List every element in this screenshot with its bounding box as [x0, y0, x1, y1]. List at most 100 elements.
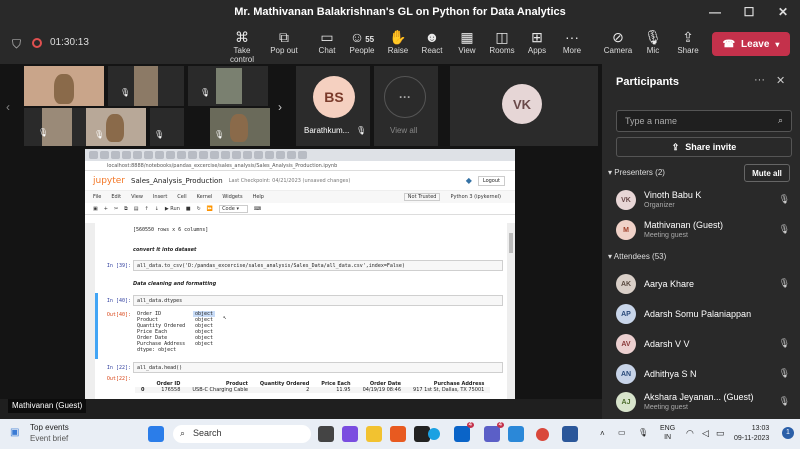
stop-icon[interactable]: ■: [186, 206, 191, 212]
taskbar-search[interactable]: ⌕ Search: [173, 425, 311, 443]
menu-cell[interactable]: Cell: [177, 194, 186, 200]
window-titlebar: Mr. Mathivanan Balakrishnan's GL on Pyth…: [0, 0, 800, 24]
participant-item[interactable]: AP Adarsh Somu Palaniappan: [616, 302, 796, 330]
office-icon[interactable]: [390, 426, 406, 442]
teams-icon[interactable]: 4: [484, 422, 504, 442]
notification-badge[interactable]: 1: [782, 427, 794, 439]
save-icon[interactable]: ▣: [93, 206, 98, 212]
move-down-icon[interactable]: ↓: [155, 206, 159, 212]
presenters-section-header[interactable]: ▾ Presenters (2): [608, 168, 665, 177]
menu-help[interactable]: Help: [253, 194, 264, 200]
keyboard-icon[interactable]: ⌨: [254, 206, 261, 212]
leave-button[interactable]: ☎ Leave ▾: [712, 32, 790, 56]
apps-button[interactable]: ⊞ Apps: [517, 28, 557, 55]
maximize-button[interactable]: ☐: [732, 0, 766, 24]
camera-icon[interactable]: ▭: [618, 428, 626, 437]
people-label: People: [349, 46, 375, 55]
outlook-icon[interactable]: 4: [454, 422, 474, 442]
cut-icon[interactable]: ✂: [114, 206, 118, 212]
menu-widgets[interactable]: Widgets: [222, 194, 242, 200]
cell-type-select[interactable]: Code ▾: [219, 204, 248, 213]
scrollbar[interactable]: [509, 233, 513, 253]
participant-item[interactable]: AN Adhithya S N 🎙: [616, 362, 796, 390]
todo-icon[interactable]: [508, 426, 524, 442]
chevron-up-icon[interactable]: ˄: [600, 429, 605, 438]
participant-search-input[interactable]: Type a name ⌕: [616, 110, 792, 132]
view-all-tile[interactable]: ··· View all: [374, 66, 438, 146]
pop-out-icon: ⧉: [279, 29, 289, 45]
pop-out-button[interactable]: ⧉ Pop out: [264, 28, 304, 55]
react-button[interactable]: ☻ React: [412, 28, 452, 55]
chevron-left-icon[interactable]: ‹: [6, 100, 10, 114]
participant-tile-vk: VK: [450, 66, 598, 146]
participant-item[interactable]: AV Adarsh V V 🎙: [616, 332, 796, 360]
close-icon[interactable]: ✕: [776, 74, 785, 87]
start-icon[interactable]: [148, 426, 164, 442]
menu-edit[interactable]: Edit: [111, 194, 121, 200]
take-control-icon: ⌘: [235, 29, 249, 45]
mic-button[interactable]: 🎙 Mic: [633, 28, 673, 55]
battery-icon[interactable]: ▭: [716, 428, 725, 439]
participant-tile-bs: BS Barathkum... 🎙: [296, 66, 370, 146]
chevron-right-icon[interactable]: ›: [278, 100, 282, 114]
people-icon: ☺55: [349, 29, 375, 45]
take-control-button[interactable]: ⌘ Take control: [222, 28, 262, 64]
smiley-icon: ☻: [424, 29, 440, 45]
file-explorer-icon[interactable]: [366, 426, 382, 442]
view-button[interactable]: ▦ View: [447, 28, 487, 55]
mute-all-button[interactable]: Mute all: [744, 164, 790, 182]
participant-item[interactable]: AK Aarya Khare 🎙: [616, 272, 796, 300]
participant-item[interactable]: M Mathivanan (Guest) Meeting guest 🎙: [616, 218, 796, 246]
language-label[interactable]: ENG IN: [660, 424, 675, 442]
chat-button[interactable]: ▭ Chat: [307, 28, 347, 55]
chrome-icon[interactable]: [536, 428, 549, 441]
edge-icon[interactable]: [428, 428, 440, 440]
menu-kernel[interactable]: Kernel: [197, 194, 213, 200]
search-icon: ⌕: [777, 115, 783, 125]
wifi-icon[interactable]: ◠: [686, 428, 694, 439]
task-view-icon[interactable]: [318, 426, 334, 442]
participant-item[interactable]: AJ Akshara Jeyanan... (Guest) Meeting gu…: [616, 390, 796, 418]
people-button[interactable]: ☺55 People: [342, 28, 382, 55]
volume-icon[interactable]: ◁: [702, 428, 709, 439]
menu-file[interactable]: File: [93, 194, 101, 200]
more-options-icon[interactable]: ···: [754, 74, 765, 86]
code-cell[interactable]: all_data.head(): [133, 362, 503, 373]
run-button[interactable]: ▶ Run: [165, 206, 180, 212]
word-icon[interactable]: [562, 426, 578, 442]
meet-icon[interactable]: [342, 426, 358, 442]
rooms-button[interactable]: ◫ Rooms: [482, 28, 522, 55]
attendees-section-header[interactable]: ▾ Attendees (53): [608, 252, 666, 261]
search-icon: ⌕: [180, 428, 186, 438]
add-cell-icon[interactable]: +: [104, 206, 108, 212]
restart-run-icon[interactable]: ⏩: [207, 206, 213, 212]
taskbar-search-label: Search: [193, 428, 222, 438]
menu-insert[interactable]: Insert: [153, 194, 167, 200]
participant-item[interactable]: VK Vinoth Babu K Organizer 🎙: [616, 188, 796, 216]
notebook-title[interactable]: Sales_Analysis_Production: [131, 177, 223, 185]
camera-button[interactable]: ⊘ Camera: [598, 28, 638, 55]
menu-view[interactable]: View: [131, 194, 143, 200]
code-cell[interactable]: all_data.dtypes: [133, 295, 503, 306]
mic-off-icon[interactable]: 🎙: [638, 428, 648, 437]
code-cell[interactable]: all_data.to_csv('D:/pandas_excercise/sal…: [133, 260, 503, 271]
not-trusted-badge[interactable]: Not Trusted: [403, 193, 441, 201]
close-window-button[interactable]: ✕: [766, 0, 800, 24]
restart-icon[interactable]: ↻: [197, 206, 201, 212]
chevron-down-icon: ▾: [775, 39, 780, 49]
paste-icon[interactable]: ▤: [134, 206, 139, 212]
clock[interactable]: 13:03 09-11-2023: [734, 424, 769, 444]
copy-icon[interactable]: ⧉: [124, 206, 128, 212]
logout-button[interactable]: Logout: [477, 175, 505, 186]
avatar: AP: [616, 304, 636, 324]
minimize-button[interactable]: —: [698, 0, 732, 24]
share-button[interactable]: ⇪ Share: [668, 28, 708, 55]
participant-name: Akshara Jeyanan... (Guest): [644, 392, 754, 402]
browser-address-bar[interactable]: localhost:8888/notebooks/pandas_excercis…: [85, 161, 515, 171]
more-button[interactable]: ··· More: [552, 28, 592, 55]
move-up-icon[interactable]: ↑: [144, 206, 148, 212]
share-invite-button[interactable]: ⇪ Share invite: [616, 137, 792, 157]
clock-time: 13:03: [751, 425, 770, 432]
meeting-toolbar: ⛉ 01:30:13 ⌘ Take control ⧉ Pop out ▭ Ch…: [0, 24, 800, 64]
code-text: all_data.head(): [137, 365, 183, 371]
